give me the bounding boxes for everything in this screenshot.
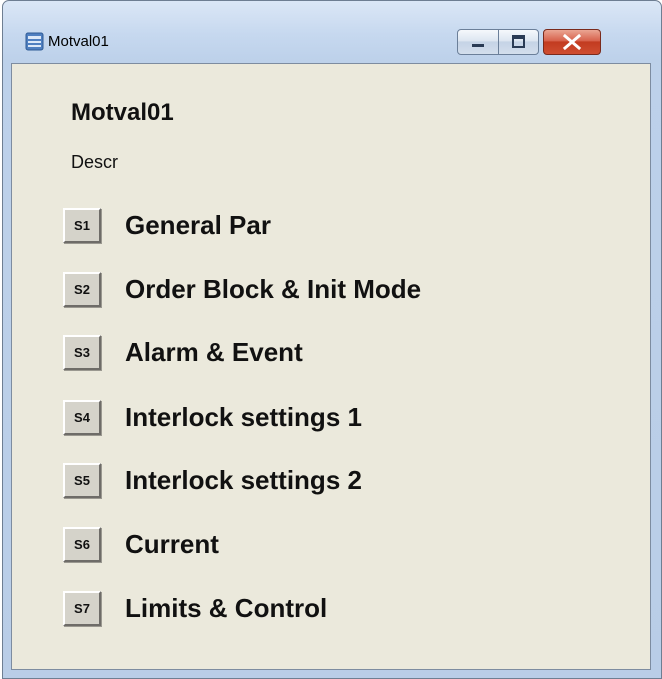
window-content: Motval01 Descr S1 General Par S2 Order B… (11, 63, 651, 670)
alarm-event-label: Alarm & Event (125, 337, 303, 367)
s2-button[interactable]: S2 (63, 272, 101, 307)
title-bar[interactable]: Motval01 (3, 1, 661, 63)
application-window: Motval01 Motval01 Descr S1 General Par S… (2, 0, 662, 679)
description-text: Descr (71, 152, 119, 172)
general-par-label: General Par (125, 210, 271, 240)
interlock-settings-1-label: Interlock settings 1 (125, 402, 362, 432)
app-window-icon (25, 32, 44, 51)
s4-button[interactable]: S4 (63, 400, 101, 435)
limits-control-label: Limits & Control (125, 593, 328, 623)
s3-button[interactable]: S3 (63, 335, 101, 370)
order-block-label: Order Block & Init Mode (125, 274, 422, 304)
s1-button[interactable]: S1 (63, 208, 101, 243)
close-button[interactable] (543, 29, 601, 55)
maximize-icon (512, 35, 525, 48)
close-icon (562, 33, 582, 51)
current-label: Current (125, 529, 219, 559)
interlock-settings-2-label: Interlock settings 2 (125, 465, 362, 495)
minimize-icon (472, 44, 484, 47)
minimize-button[interactable] (457, 29, 499, 55)
s5-button[interactable]: S5 (63, 463, 101, 498)
s7-button[interactable]: S7 (63, 591, 101, 626)
s6-button[interactable]: S6 (63, 527, 101, 562)
maximize-button[interactable] (498, 29, 539, 55)
window-title: Motval01 (48, 33, 109, 50)
page-title: Motval01 (71, 99, 174, 126)
